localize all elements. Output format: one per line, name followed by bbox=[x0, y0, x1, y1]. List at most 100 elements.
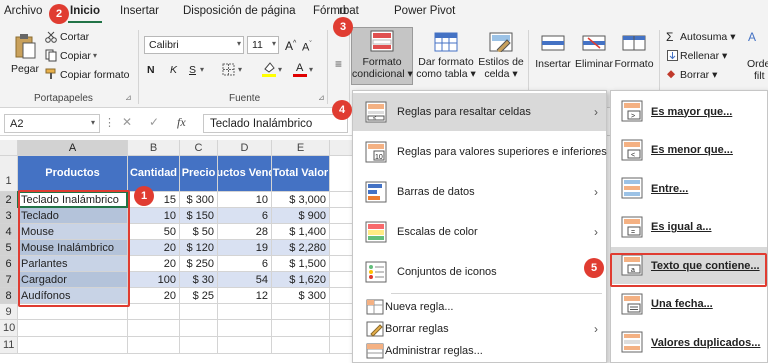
copy-dropdown-arrow[interactable]: ▾ bbox=[93, 50, 97, 62]
format-painter-button[interactable]: Copiar formato bbox=[60, 69, 129, 81]
empty-cell[interactable] bbox=[272, 337, 330, 354]
empty-cell[interactable] bbox=[330, 304, 352, 320]
empty-cell[interactable] bbox=[128, 320, 180, 337]
tab-inicio[interactable]: Inicio bbox=[70, 5, 100, 17]
empty-cell[interactable] bbox=[18, 320, 128, 337]
menu-item-clear-rules[interactable]: Borrar reglas › bbox=[353, 318, 606, 340]
delete-cells-button[interactable]: Eliminar bbox=[573, 27, 613, 85]
empty-cell[interactable] bbox=[180, 304, 218, 320]
formula-input[interactable]: Teclado Inalámbrico bbox=[203, 114, 348, 133]
row-header-11[interactable]: 11 bbox=[0, 337, 18, 354]
table-header-cell[interactable]: Productos Vendidos bbox=[218, 156, 272, 192]
cell-styles-button[interactable]: Estilos de celda ▾ bbox=[476, 27, 524, 85]
insert-cells-button[interactable]: Insertar bbox=[532, 27, 572, 85]
sort-filter-label-1[interactable]: Orde bbox=[747, 58, 768, 70]
autosum-button[interactable]: Autosuma ▾ bbox=[680, 31, 735, 43]
column-header-c[interactable]: C bbox=[180, 140, 218, 156]
fill-color-dropdown[interactable]: ▾ bbox=[278, 64, 282, 76]
product-cell[interactable]: Mouse bbox=[18, 224, 128, 240]
empty-cell[interactable] bbox=[218, 304, 272, 320]
empty-cell[interactable] bbox=[330, 337, 352, 354]
empty-cell[interactable] bbox=[330, 320, 352, 337]
row-header-1[interactable]: 1 bbox=[0, 156, 18, 192]
table-header-cell[interactable]: Precio bbox=[180, 156, 218, 192]
menu-item-new-rule[interactable]: Nueva regla... bbox=[353, 296, 606, 318]
table-cell[interactable]: $ 250 bbox=[180, 256, 218, 272]
conditional-format-button[interactable]: Formato condicional ▾ bbox=[351, 27, 413, 85]
row-header-6[interactable]: 6 bbox=[0, 256, 18, 272]
table-cell[interactable]: $ 3,000 bbox=[272, 192, 330, 208]
tab-archivo[interactable]: Archivo bbox=[4, 5, 42, 17]
table-cell[interactable]: 10 bbox=[128, 208, 180, 224]
format-cells-button[interactable]: Formato bbox=[613, 27, 654, 85]
bold-button[interactable]: N bbox=[147, 64, 155, 76]
table-cell[interactable]: $ 300 bbox=[272, 288, 330, 304]
empty-cell[interactable] bbox=[218, 337, 272, 354]
product-cell[interactable]: Cargador bbox=[18, 272, 128, 288]
menu-item-manage-rules[interactable]: Administrar reglas... bbox=[353, 340, 606, 362]
menu-item-icon-sets[interactable]: Conjuntos de iconos bbox=[353, 253, 606, 291]
enter-icon[interactable]: ✓ bbox=[149, 115, 159, 129]
column-header-e[interactable]: E bbox=[272, 140, 330, 156]
table-cell[interactable]: 100 bbox=[128, 272, 180, 288]
empty-cell[interactable] bbox=[330, 224, 352, 240]
table-cell[interactable]: $ 30 bbox=[180, 272, 218, 288]
menu-item-top-bottom-rules[interactable]: 10 Reglas para valores superiores e infer… bbox=[353, 133, 607, 171]
empty-cell[interactable] bbox=[180, 320, 218, 337]
empty-cell[interactable] bbox=[272, 304, 330, 320]
table-cell[interactable]: $ 900 bbox=[272, 208, 330, 224]
menu-item-highlight-rules[interactable]: ≤ Reglas para resaltar celdas › bbox=[353, 93, 606, 131]
shrink-font-button[interactable]: Aˇ bbox=[302, 39, 312, 54]
empty-cell[interactable] bbox=[180, 337, 218, 354]
table-cell[interactable]: 6 bbox=[218, 256, 272, 272]
row-header-9[interactable]: 9 bbox=[0, 304, 18, 320]
alignment-collapsed-button[interactable]: ≡ bbox=[335, 58, 342, 70]
table-cell[interactable]: $ 50 bbox=[180, 224, 218, 240]
table-header-cell[interactable]: Total Valor bbox=[272, 156, 330, 192]
menu-item-data-bars[interactable]: Barras de datos › bbox=[353, 173, 606, 211]
empty-cell[interactable] bbox=[330, 272, 352, 288]
row-header-10[interactable]: 10 bbox=[0, 320, 18, 337]
submenu-less-than[interactable]: < Es menor que... bbox=[611, 132, 767, 169]
menu-item-color-scales[interactable]: Escalas de color › bbox=[353, 213, 606, 251]
table-cell[interactable]: 50 bbox=[128, 224, 180, 240]
cut-button[interactable]: Cortar bbox=[60, 31, 89, 43]
underline-dropdown[interactable]: ▾ bbox=[200, 64, 204, 76]
tab-acrobat[interactable]: rbat bbox=[339, 5, 359, 17]
row-header-2[interactable]: 2 bbox=[0, 192, 18, 208]
empty-cell[interactable] bbox=[272, 320, 330, 337]
table-cell[interactable]: $ 25 bbox=[180, 288, 218, 304]
clipboard-launcher-icon[interactable]: ⊿ bbox=[125, 92, 132, 104]
product-cell[interactable]: Audífonos bbox=[18, 288, 128, 304]
empty-cell[interactable] bbox=[330, 192, 352, 208]
tab-power-pivot[interactable]: Power Pivot bbox=[394, 5, 455, 17]
font-color-icon[interactable]: A bbox=[293, 60, 307, 78]
empty-cell[interactable] bbox=[128, 337, 180, 354]
grow-font-button[interactable]: A^ bbox=[285, 38, 296, 52]
table-cell[interactable]: $ 120 bbox=[180, 240, 218, 256]
row-header-3[interactable]: 3 bbox=[0, 208, 18, 224]
name-box[interactable]: A2 ▾ bbox=[4, 114, 100, 133]
table-cell[interactable]: 6 bbox=[218, 208, 272, 224]
font-name-select[interactable]: Calibri ▾ bbox=[144, 36, 244, 54]
empty-cell[interactable] bbox=[218, 320, 272, 337]
product-cell[interactable]: Parlantes bbox=[18, 256, 128, 272]
sort-filter-label-2[interactable]: filt bbox=[754, 70, 765, 82]
column-header-d[interactable]: D bbox=[218, 140, 272, 156]
row-header-5[interactable]: 5 bbox=[0, 240, 18, 256]
paste-button[interactable]: Pegar bbox=[8, 30, 40, 84]
column-header-b[interactable]: B bbox=[128, 140, 180, 156]
fx-icon[interactable]: fx bbox=[177, 115, 186, 130]
table-header-cell[interactable]: Cantidad bbox=[128, 156, 180, 192]
product-cell[interactable]: Teclado bbox=[18, 208, 128, 224]
row-header-8[interactable]: 8 bbox=[0, 288, 18, 304]
row-header-7[interactable]: 7 bbox=[0, 272, 18, 288]
format-as-table-button[interactable]: Dar formato como tabla ▾ bbox=[415, 27, 476, 85]
borders-dropdown[interactable]: ▾ bbox=[238, 64, 242, 76]
font-size-select[interactable]: 11 ▾ bbox=[247, 36, 279, 54]
submenu-date-occurring[interactable]: Una fecha... bbox=[611, 286, 767, 323]
empty-cell[interactable] bbox=[128, 304, 180, 320]
table-cell[interactable]: 20 bbox=[128, 240, 180, 256]
tab-disposicion[interactable]: Disposición de página bbox=[183, 5, 296, 17]
cancel-icon[interactable]: ✕ bbox=[122, 115, 132, 129]
